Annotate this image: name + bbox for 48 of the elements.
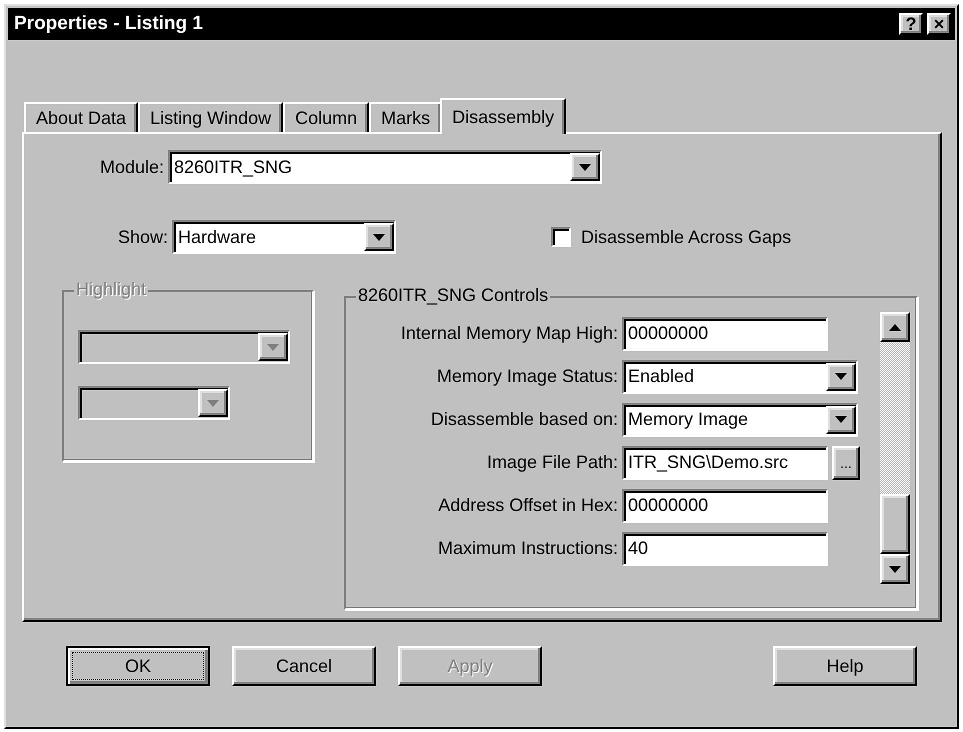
scroll-up-button[interactable]: [880, 312, 910, 342]
checkbox[interactable]: [551, 227, 571, 247]
input-field[interactable]: 00000000: [622, 488, 828, 522]
field-label: Module:: [98, 156, 164, 178]
dialog-button[interactable]: OK: [66, 646, 210, 686]
field-label: Address Offset in Hex:: [437, 495, 618, 516]
help-button[interactable]: ?: [899, 13, 923, 35]
tab[interactable]: Column: [283, 102, 370, 132]
tab[interactable]: Disassembly: [440, 98, 566, 134]
down-arrow-icon: [373, 234, 385, 240]
field-label: Show:: [116, 226, 168, 248]
tab[interactable]: Listing Window: [138, 102, 284, 132]
dropdown-button[interactable]: [364, 223, 394, 251]
scroll-down-button[interactable]: [880, 554, 910, 584]
window-title: Properties - Listing 1: [14, 13, 203, 35]
checkbox-label: Disassemble Across Gaps: [581, 226, 792, 248]
group-title: 8260ITR_SNG Controls: [356, 285, 550, 306]
dropdown[interactable]: Memory Image: [622, 402, 858, 436]
dropdown-button[interactable]: [570, 153, 600, 181]
field-label: Internal Memory Map High:: [400, 323, 618, 344]
close-button[interactable]: ×: [927, 13, 951, 35]
field-label: Disassemble based on:: [430, 409, 618, 430]
dropdown-button[interactable]: [826, 406, 856, 434]
up-arrow-icon: [889, 324, 901, 330]
input-field[interactable]: 00000000: [622, 316, 828, 350]
down-arrow-icon: [207, 400, 219, 406]
browse-button[interactable]: ...: [832, 446, 860, 480]
down-arrow-icon: [835, 373, 847, 380]
down-arrow-icon: [835, 416, 847, 423]
down-arrow-icon: [889, 566, 901, 572]
dropdown-button[interactable]: [826, 362, 856, 390]
group-title: Highlight: [74, 279, 148, 300]
module-dropdown[interactable]: 8260ITR_SNG: [168, 150, 602, 184]
down-arrow-icon: [579, 164, 591, 170]
field-label: Maximum Instructions:: [436, 538, 618, 559]
input-field[interactable]: 40: [622, 532, 828, 566]
dropdown[interactable]: Enabled: [622, 360, 858, 394]
dialog-button[interactable]: Cancel: [232, 646, 376, 686]
scrollbar[interactable]: [880, 312, 910, 584]
scroll-thumb[interactable]: [880, 494, 910, 554]
field-label: Memory Image Status:: [436, 366, 618, 387]
down-arrow-icon: [267, 344, 279, 350]
show-dropdown[interactable]: Hardware: [172, 220, 396, 254]
dialog-button[interactable]: Help: [773, 646, 917, 686]
tab[interactable]: About Data: [24, 102, 138, 132]
field-label: Image File Path:: [486, 452, 618, 473]
tab[interactable]: Marks: [369, 102, 442, 132]
input-field[interactable]: ITR_SNG\Demo.src: [622, 446, 828, 480]
